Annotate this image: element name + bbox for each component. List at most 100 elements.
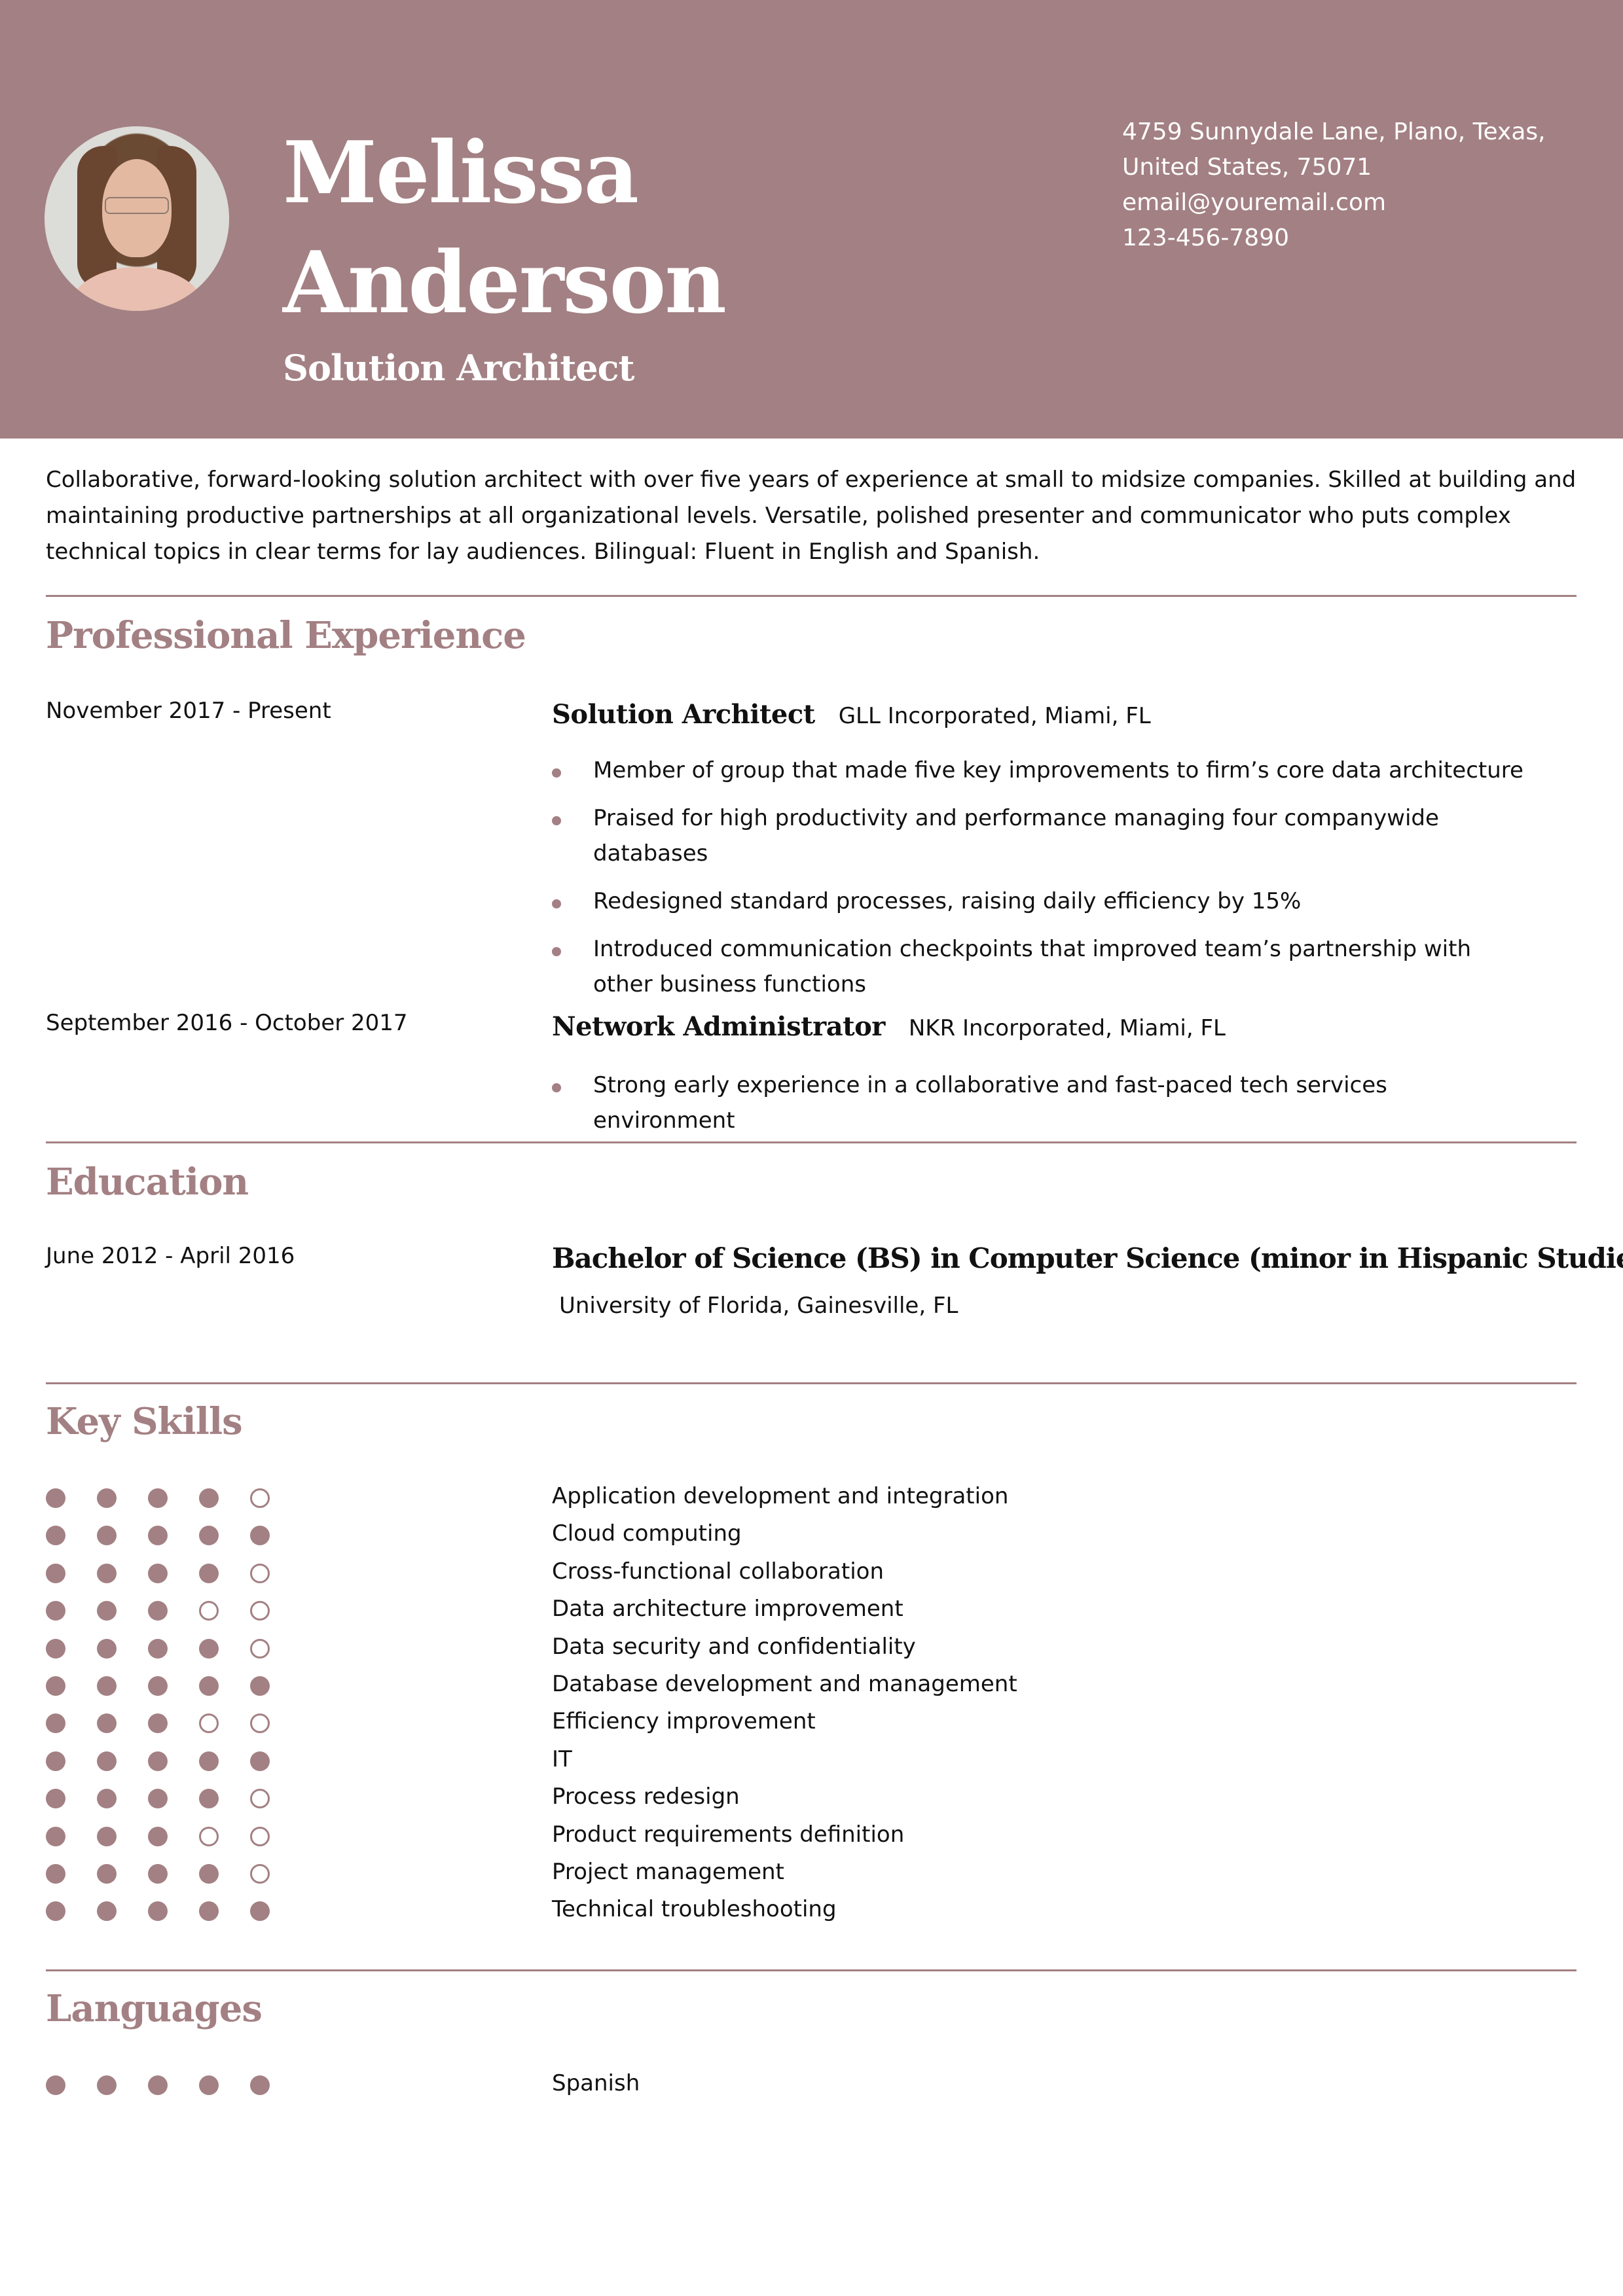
skill-row: Project management <box>46 1859 962 1888</box>
job-title: Network Administrator <box>552 1011 885 1042</box>
rating-dot-filled-icon <box>199 1638 219 1659</box>
rating-dot-filled-icon <box>46 1713 65 1734</box>
skill-name: Data architecture improvement <box>552 1596 903 1623</box>
bullet-icon <box>552 947 561 956</box>
skill-row: Database development and management <box>46 1671 1017 1700</box>
section-divider <box>46 595 1577 597</box>
job-dates: November 2017 - Present <box>46 698 331 724</box>
address-line-2: United States, 75071 <box>1122 154 1372 181</box>
skill-name: Efficiency improvement <box>552 1708 816 1735</box>
contact-info: 4759 Sunnydale Lane, Plano, Texas, Unite… <box>1122 115 1546 256</box>
rating-dot-filled-icon <box>148 1601 168 1621</box>
rating-dot-filled-icon <box>199 2075 219 2095</box>
rating-dot-filled-icon <box>97 1601 117 1621</box>
rating-dot-filled-icon <box>97 1901 117 1922</box>
rating-dot-filled-icon <box>199 1676 219 1696</box>
rating-dot-empty-icon <box>250 1789 270 1809</box>
rating-dot-filled-icon <box>97 1638 117 1659</box>
rating-dot-empty-icon <box>250 1826 270 1846</box>
language-name: Spanish <box>552 2070 640 2096</box>
bullet-icon <box>552 1083 561 1092</box>
skill-name: Application development and integration <box>552 1483 1009 1509</box>
rating-dot-filled-icon <box>97 1563 117 1583</box>
rating-dot-filled-icon <box>97 2075 117 2095</box>
rating-dot-empty-icon <box>250 1864 270 1884</box>
rating-dot-filled-icon <box>46 1526 65 1546</box>
rating-dot-empty-icon <box>199 1826 219 1846</box>
rating-dot-filled-icon <box>250 1901 270 1922</box>
rating-dot-filled-icon <box>148 1713 168 1734</box>
skill-name: Cross-functional collaboration <box>552 1558 884 1585</box>
rating-dot-filled-icon <box>148 1751 168 1771</box>
email[interactable]: email@youremail.com <box>1122 185 1546 221</box>
rating-dot-filled-icon <box>199 1563 219 1583</box>
skill-row: Data architecture improvement <box>46 1596 962 1624</box>
rating-dot-filled-icon <box>46 2075 65 2095</box>
first-name: Melissa <box>283 122 639 223</box>
rating-dot-filled-icon <box>97 1864 117 1884</box>
rating-dot-filled-icon <box>199 1789 219 1809</box>
rating-dot-filled-icon <box>148 2075 168 2095</box>
job-title: Solution Architect <box>552 699 815 730</box>
skill-name: IT <box>552 1746 572 1772</box>
rating-dot-filled-icon <box>46 1826 65 1846</box>
rating-dot-filled-icon <box>46 1901 65 1922</box>
bullet-item: Strong early experience in a collaborati… <box>552 1067 1534 1138</box>
rating-dot-filled-icon <box>148 1676 168 1696</box>
job-bullets: Member of group that made five key impro… <box>552 753 1534 1014</box>
rating-dot-filled-icon <box>46 1563 65 1583</box>
bullet-icon <box>552 768 561 778</box>
skill-row: Efficiency improvement <box>46 1708 962 1737</box>
school-name: University of Florida, Gainesville, FL <box>559 1293 958 1319</box>
rating-dot-filled-icon <box>148 1789 168 1809</box>
rating-dot-filled-icon <box>46 1789 65 1809</box>
job-bullets: Strong early experience in a collaborati… <box>552 1067 1534 1151</box>
bullet-item: Member of group that made five key impro… <box>552 753 1534 788</box>
profile-photo <box>45 126 229 311</box>
degree-title: Bachelor of Science (BS) in Computer Sci… <box>552 1242 1623 1274</box>
skills-heading: Key Skills <box>46 1400 243 1443</box>
rating-dot-filled-icon <box>199 1526 219 1546</box>
skill-row: Product requirements definition <box>46 1821 962 1850</box>
section-divider <box>46 1141 1577 1143</box>
skill-name: Project management <box>552 1859 784 1885</box>
rating-dot-filled-icon <box>148 1638 168 1659</box>
education-dates: June 2012 - April 2016 <box>46 1243 295 1269</box>
skill-row: Cross-functional collaboration <box>46 1558 962 1587</box>
rating-dot-filled-icon <box>199 1901 219 1922</box>
address-line-1: 4759 Sunnydale Lane, Plano, Texas, <box>1122 118 1546 145</box>
skill-name: Product requirements definition <box>552 1821 905 1848</box>
education-heading: Education <box>46 1160 249 1204</box>
rating-dot-filled-icon <box>97 1751 117 1771</box>
rating-dot-filled-icon <box>250 1526 270 1546</box>
skill-name: Technical troubleshooting <box>552 1896 837 1923</box>
job-dates: September 2016 - October 2017 <box>46 1010 408 1036</box>
rating-dot-filled-icon <box>97 1789 117 1809</box>
rating-dot-filled-icon <box>46 1864 65 1884</box>
rating-dot-filled-icon <box>97 1676 117 1696</box>
rating-dot-filled-icon <box>97 1713 117 1734</box>
section-divider <box>46 1382 1577 1384</box>
language-row: Spanish <box>46 2070 962 2099</box>
skill-row: IT <box>46 1746 962 1775</box>
rating-dot-empty-icon <box>199 1601 219 1621</box>
phone[interactable]: 123-456-7890 <box>1122 221 1546 256</box>
rating-dot-filled-icon <box>250 2075 270 2095</box>
rating-dot-filled-icon <box>97 1826 117 1846</box>
rating-dot-filled-icon <box>148 1526 168 1546</box>
rating-dot-filled-icon <box>199 1864 219 1884</box>
bullet-item: Redesigned standard processes, raising d… <box>552 884 1534 919</box>
rating-dot-filled-icon <box>148 1488 168 1508</box>
bullet-icon <box>552 816 561 825</box>
skill-row: Data security and confidentiality <box>46 1634 962 1662</box>
resume-header: Melissa Anderson Solution Architect 4759… <box>0 0 1623 439</box>
rating-dot-filled-icon <box>250 1676 270 1696</box>
photo-glasses <box>105 197 169 214</box>
experience-heading: Professional Experience <box>46 614 526 657</box>
full-name: Melissa Anderson <box>283 118 727 338</box>
job-heading: Network Administrator NKR Incorporated, M… <box>552 1011 1226 1042</box>
bullet-item: Praised for high productivity and perfor… <box>552 800 1534 871</box>
skill-row: Cloud computing <box>46 1520 962 1549</box>
skill-row: Application development and integration <box>46 1483 1008 1512</box>
job-company: GLL Incorporated, Miami, FL <box>838 703 1151 729</box>
